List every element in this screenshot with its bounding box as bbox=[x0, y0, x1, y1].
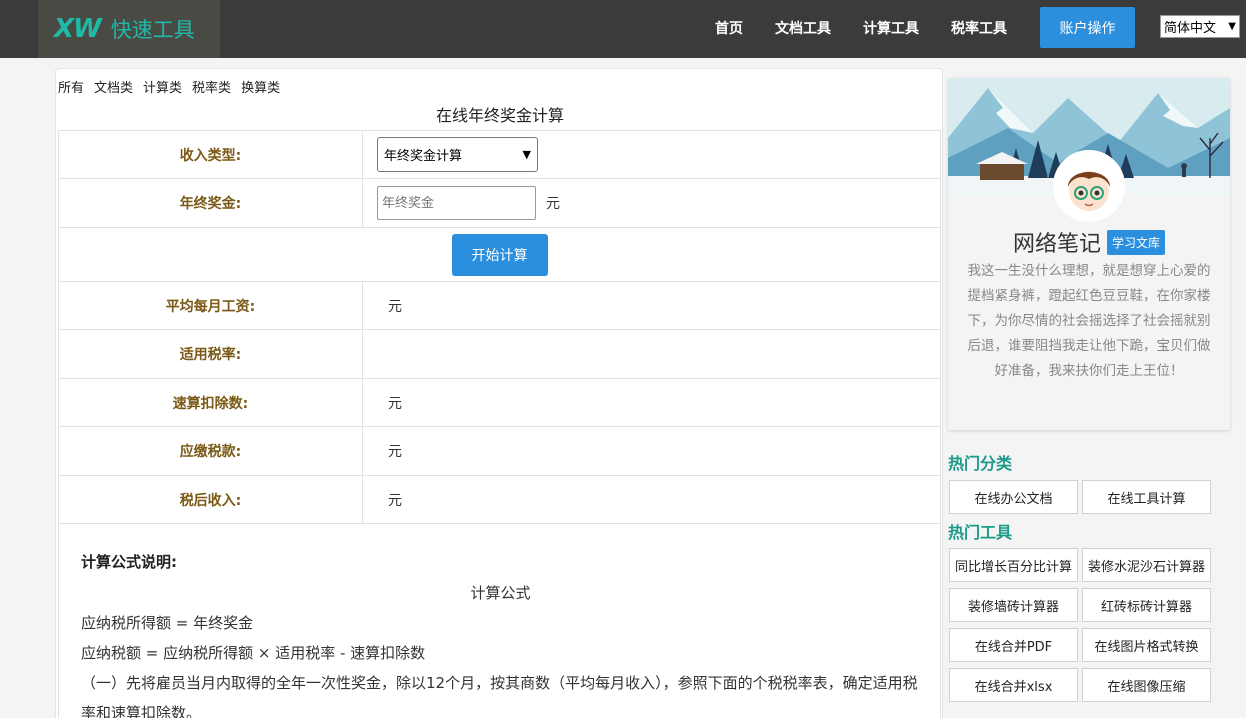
account-button[interactable]: 账户操作 bbox=[1040, 7, 1135, 48]
tool-merge-xlsx[interactable]: 在线合并xlsx bbox=[949, 668, 1078, 702]
hot-category-tool-calc[interactable]: 在线工具计算 bbox=[1082, 480, 1211, 514]
tax-rate-value bbox=[363, 330, 940, 378]
result-row: 速算扣除数: 元 bbox=[58, 379, 941, 427]
chevron-down-icon: ▼ bbox=[1228, 21, 1236, 32]
category-convert[interactable]: 换算类 bbox=[241, 77, 280, 96]
logo-text: 快速工具 bbox=[110, 18, 195, 42]
nav-doc-tools[interactable]: 文档工具 bbox=[775, 18, 831, 38]
formula-center-title: 计算公式 bbox=[470, 584, 531, 602]
income-type-select[interactable]: 年终奖金计算 ▼ bbox=[377, 137, 538, 172]
result-row: 平均每月工资: 元 bbox=[58, 282, 941, 330]
profile-bio: 我这一生没什么理想，就是想穿上心爱的提档紧身裤，蹬起红色豆豆鞋，在你家楼下，为你… bbox=[967, 263, 1211, 379]
formula-line-2: 应纳税额 = 应纳税所得额 × 适用税率 - 速算扣除数 bbox=[81, 644, 426, 662]
bonus-label: 年终奖金: bbox=[59, 179, 363, 227]
bonus-row: 年终奖金: 元 bbox=[58, 179, 941, 228]
avatar-image bbox=[1056, 153, 1122, 219]
quick-deduction-value: 元 bbox=[388, 395, 402, 412]
hot-categories-title: 热门分类 bbox=[948, 454, 1013, 473]
formula-heading: 计算公式说明: bbox=[81, 553, 177, 571]
bonus-unit: 元 bbox=[546, 196, 560, 212]
tool-image-compress[interactable]: 在线图像压缩 bbox=[1082, 668, 1211, 702]
formula-section: 计算公式说明: 计算公式 应纳税所得额 = 年终奖金 应纳税额 = 应纳税所得额… bbox=[58, 524, 941, 718]
income-type-row: 收入类型: 年终奖金计算 ▼ bbox=[58, 131, 941, 179]
start-calc-button[interactable]: 开始计算 bbox=[451, 233, 548, 276]
tax-payable-label: 应缴税款: bbox=[59, 427, 363, 475]
tax-rate-label: 适用税率: bbox=[59, 330, 363, 378]
profile-name-row: 网络笔记 学习文库 bbox=[948, 226, 1230, 258]
tax-payable-value: 元 bbox=[388, 444, 402, 460]
result-row: 税后收入: 元 bbox=[58, 476, 941, 524]
avg-salary-value: 元 bbox=[388, 298, 402, 315]
profile-tag[interactable]: 学习文库 bbox=[1107, 229, 1166, 255]
tool-wall-tile[interactable]: 装修墙砖计算器 bbox=[949, 588, 1078, 622]
category-calc[interactable]: 计算类 bbox=[143, 77, 182, 96]
tool-image-convert[interactable]: 在线图片格式转换 bbox=[1082, 628, 1211, 662]
nav-tax-tools[interactable]: 税率工具 bbox=[951, 18, 1007, 38]
site-logo[interactable]: XW 快速工具 bbox=[38, 0, 220, 58]
tool-cement-sand[interactable]: 装修水泥沙石计算器 bbox=[1082, 548, 1211, 582]
top-header: XW 快速工具 首页 文档工具 计算工具 税率工具 账户操作 简体中文 ▼ bbox=[0, 0, 1246, 58]
category-doc[interactable]: 文档类 bbox=[94, 77, 133, 96]
bonus-input[interactable] bbox=[377, 186, 536, 220]
calculator-panel: 所有 文档类 计算类 税率类 换算类 在线年终奖金计算 收入类型: 年终奖金计算… bbox=[55, 68, 943, 718]
category-filter: 所有 文档类 计算类 税率类 换算类 bbox=[58, 77, 280, 96]
nav-home[interactable]: 首页 bbox=[715, 18, 743, 38]
logo-mark: XW bbox=[54, 14, 102, 44]
result-row: 适用税率: bbox=[58, 330, 941, 379]
formula-line-1: 应纳税所得额 = 年终奖金 bbox=[81, 614, 254, 632]
after-tax-label: 税后收入: bbox=[59, 476, 363, 523]
tool-merge-pdf[interactable]: 在线合并PDF bbox=[949, 628, 1078, 662]
tool-yoy-growth[interactable]: 同比增长百分比计算 bbox=[949, 548, 1078, 582]
result-row: 应缴税款: 元 bbox=[58, 427, 941, 476]
category-all[interactable]: 所有 bbox=[58, 77, 84, 96]
chevron-down-icon: ▼ bbox=[522, 148, 531, 161]
category-tax[interactable]: 税率类 bbox=[192, 77, 231, 96]
page-title: 在线年终奖金计算 bbox=[435, 106, 564, 125]
language-select[interactable]: 简体中文 ▼ bbox=[1160, 15, 1240, 38]
calculator-form: 收入类型: 年终奖金计算 ▼ 年终奖金: 元 开始计算 平均每月工资: 元 bbox=[58, 130, 941, 524]
profile-name: 网络笔记 bbox=[1012, 232, 1101, 257]
language-value: 简体中文 bbox=[1164, 21, 1217, 36]
nav-calc-tools[interactable]: 计算工具 bbox=[863, 18, 919, 38]
calc-row: 开始计算 bbox=[58, 228, 941, 282]
hot-tools-title: 热门工具 bbox=[948, 523, 1013, 542]
income-type-label: 收入类型: bbox=[59, 131, 363, 178]
avg-salary-label: 平均每月工资: bbox=[59, 282, 363, 329]
income-type-value: 年终奖金计算 bbox=[384, 149, 463, 164]
profile-card: 网络笔记 学习文库 我这一生没什么理想，就是想穿上心爱的提档紧身裤，蹬起红色豆豆… bbox=[948, 78, 1230, 430]
tool-red-brick[interactable]: 红砖标砖计算器 bbox=[1082, 588, 1211, 622]
formula-paragraph: （一）先将雇员当月内取得的全年一次性奖金，除以12个月，按其商数（平均每月收入）… bbox=[81, 674, 918, 718]
quick-deduction-label: 速算扣除数: bbox=[59, 379, 363, 426]
hot-category-office-docs[interactable]: 在线办公文档 bbox=[949, 480, 1078, 514]
after-tax-value: 元 bbox=[388, 492, 402, 509]
avatar[interactable] bbox=[1053, 150, 1125, 222]
